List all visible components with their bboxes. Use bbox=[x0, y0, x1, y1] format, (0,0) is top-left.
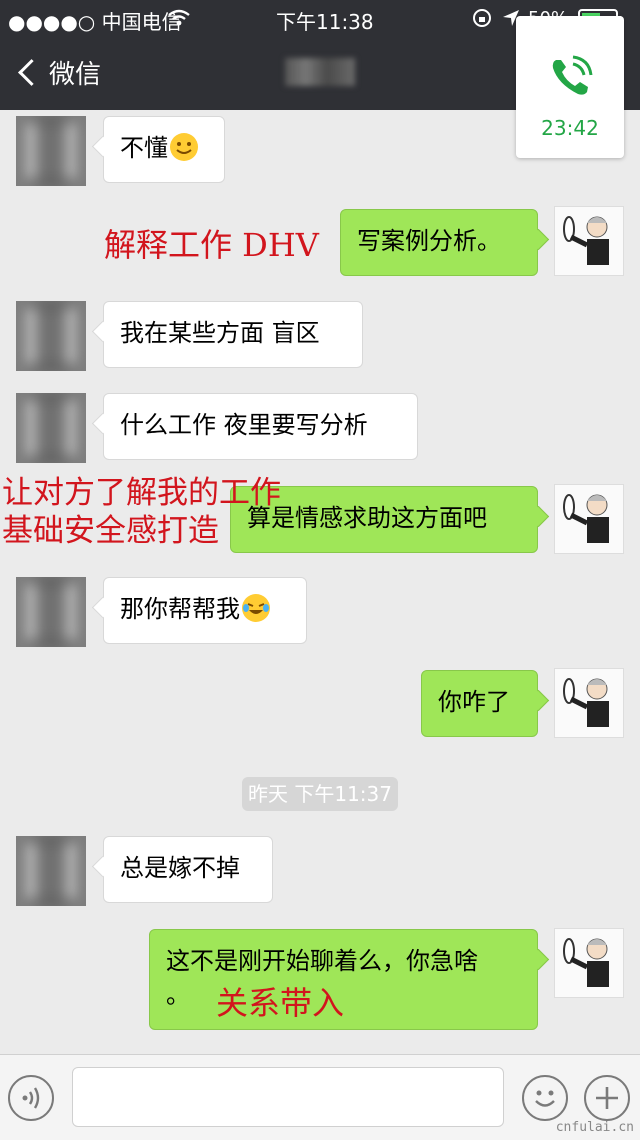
voice-input-button[interactable] bbox=[8, 1075, 54, 1121]
chat-title-blurred bbox=[285, 58, 355, 86]
timestamp-divider: 昨天 下午11:37 bbox=[242, 777, 398, 811]
back-label: 微信 bbox=[49, 60, 102, 90]
call-duration: 23:42 bbox=[541, 116, 599, 140]
avatar[interactable] bbox=[16, 301, 86, 371]
wifi-icon bbox=[168, 8, 190, 32]
emoji-button[interactable] bbox=[522, 1075, 568, 1121]
avatar[interactable] bbox=[16, 577, 86, 647]
phone-icon bbox=[546, 54, 594, 106]
message-input[interactable] bbox=[72, 1067, 504, 1127]
annotation-dhv: 解释工作 DHV bbox=[104, 226, 319, 264]
carrier-label: ●●●●○ 中国电信 bbox=[8, 10, 182, 34]
message-bubble[interactable]: 不懂 bbox=[103, 116, 225, 183]
voice-icon bbox=[22, 1087, 40, 1109]
watermark: cnfulai.cn bbox=[555, 1120, 634, 1135]
message-bubble[interactable]: 那你帮帮我 bbox=[103, 577, 307, 644]
back-button[interactable]: 微信 bbox=[14, 54, 101, 91]
message-text: 你咋了 bbox=[438, 688, 510, 716]
cartoon-figure-icon bbox=[563, 938, 609, 987]
my-avatar[interactable] bbox=[554, 928, 624, 998]
lock-rotation-icon bbox=[472, 8, 492, 33]
message-bubble[interactable]: 你咋了 bbox=[421, 670, 538, 737]
voice-call-card[interactable]: 23:42 bbox=[516, 16, 624, 158]
message-text: 不懂 bbox=[120, 134, 168, 162]
smiley-icon bbox=[535, 1090, 555, 1107]
cartoon-figure-icon bbox=[563, 216, 609, 265]
message-text: 算是情感求助这方面吧 bbox=[247, 504, 487, 532]
annotation-line: 基础安全感打造 bbox=[2, 513, 219, 549]
message-bubble[interactable]: 什么工作 夜里要写分析 bbox=[103, 393, 418, 460]
laugh-cry-emoji-icon bbox=[242, 594, 270, 622]
message-bubble[interactable]: 我在某些方面 盲区 bbox=[103, 301, 363, 368]
avatar[interactable] bbox=[16, 836, 86, 906]
cartoon-figure-icon bbox=[563, 678, 609, 727]
message-text: 那你帮帮我 bbox=[120, 595, 240, 623]
annotation-line: 让对方了解我的工作 bbox=[2, 475, 281, 511]
annotation-relationship: 关系带入 bbox=[216, 984, 345, 1022]
annotation-work-intro: 让对方了解我的工作 基础安全感打造 bbox=[2, 474, 281, 550]
avatar[interactable] bbox=[16, 393, 86, 463]
message-bubble[interactable]: 写案例分析。 bbox=[340, 209, 538, 276]
message-text: 总是嫁不掉 bbox=[120, 854, 240, 882]
my-avatar[interactable] bbox=[554, 668, 624, 738]
message-text: 什么工作 夜里要写分析 bbox=[120, 411, 368, 439]
message-text: 写案例分析。 bbox=[357, 227, 501, 255]
chevron-left-icon bbox=[18, 59, 45, 86]
clock: 下午11:38 bbox=[276, 10, 374, 34]
plus-icon bbox=[596, 1087, 618, 1109]
my-avatar[interactable] bbox=[554, 206, 624, 276]
message-text: 我在某些方面 盲区 bbox=[120, 319, 320, 347]
cartoon-figure-icon bbox=[563, 494, 609, 543]
avatar[interactable] bbox=[16, 116, 86, 186]
my-avatar[interactable] bbox=[554, 484, 624, 554]
smile-emoji-icon bbox=[170, 133, 198, 161]
message-text: 这不是刚开始聊着么，你急啥 bbox=[166, 947, 478, 975]
input-bar bbox=[0, 1054, 640, 1140]
more-button[interactable] bbox=[584, 1075, 630, 1121]
message-bubble[interactable]: 总是嫁不掉 bbox=[103, 836, 273, 903]
